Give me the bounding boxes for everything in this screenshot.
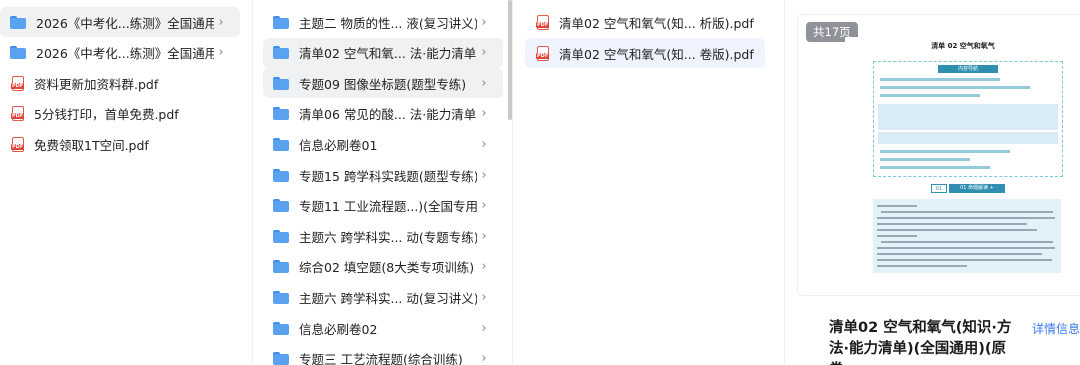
folder-icon — [273, 15, 289, 29]
folder-icon — [273, 321, 289, 335]
folder-icon — [273, 352, 289, 365]
folder-icon — [273, 137, 289, 151]
item-label: 资料更新加资料群.pdf — [34, 76, 159, 92]
item-label: 5分钱打印，首单免费.pdf — [34, 107, 179, 122]
item-label: 2026《中考化...练测》全国通用 — [36, 15, 214, 31]
folder-item[interactable]: 主题六 跨学科实... 动(复习讲义) › — [263, 282, 503, 312]
file-item[interactable]: 5分钱打印，首单免费.pdf — [0, 99, 240, 129]
item-label: 信息必刷卷02 — [299, 321, 378, 337]
frame-heading: 内容导航 — [938, 65, 998, 73]
content-nav-frame: 内容导航 — [873, 61, 1063, 177]
chevron-right-icon: › — [481, 320, 487, 336]
folder-column-1: 2026《中考化...练测》全国通用›2026《中考化...练测》全国通用›资料… — [0, 0, 250, 365]
folder-item[interactable]: 2026《中考化...练测》全国通用 › — [0, 38, 240, 68]
item-label: 综合02 填空题(8大类专项训练) — [299, 260, 475, 276]
item-label: 2026《中考化...练测》全国通用 — [36, 46, 214, 61]
file-item[interactable]: 资料更新加资料群.pdf — [0, 68, 240, 98]
section-number: 01 — [931, 184, 947, 193]
item-label: 主题六 跨学科实... 动(专题专练) — [299, 229, 477, 245]
pdf-icon — [11, 106, 25, 121]
chevron-right-icon: › — [218, 45, 224, 60]
item-label: 清单02 空气和氧气(知... 卷版).pdf — [559, 46, 754, 62]
folder-icon — [273, 229, 289, 243]
document-heading: 清单 02 空气和氧气 — [931, 42, 995, 50]
item-label: 信息必刷卷01 — [299, 137, 378, 153]
file-column-3: 清单02 空气和氧气(知... 析版).pdf 清单02 空气和氧气(知... 卷… — [512, 0, 783, 365]
section-body — [873, 199, 1061, 273]
folder-item[interactable]: 专题09 图像坐标题(题型专练) › — [263, 68, 503, 99]
item-label: 专题11 工业流程题...)(全国专用) — [299, 199, 477, 215]
folder-icon — [10, 15, 26, 29]
folder-item[interactable]: 主题二 物质的性... 液(复习讲义) › — [263, 7, 503, 37]
document-page-image: 清单 02 空气和氧气 内容导航 01 01 命题解读 + — [845, 37, 1080, 283]
folder-icon — [273, 76, 289, 90]
chevron-right-icon: › — [481, 14, 487, 30]
folder-item[interactable]: 专题11 工业流程题...)(全国专用) › — [263, 191, 503, 221]
folder-item[interactable]: 信息必刷卷02 › — [263, 313, 503, 343]
folder-icon — [273, 107, 289, 121]
item-label: 主题二 物质的性... 液(复习讲义) — [299, 15, 477, 31]
folder-item[interactable]: 清单06 常见的酸... 法·能力清单) › — [263, 99, 503, 129]
section-label: 01 命题解读 + — [949, 184, 1005, 193]
item-label: 专题三 工艺流程题(综合训练) — [299, 352, 463, 365]
chevron-right-icon: › — [481, 106, 487, 122]
chevron-right-icon: › — [218, 14, 224, 30]
folder-item[interactable]: 2026《中考化...练测》全国通用 › — [0, 7, 240, 37]
preview-file-title: 清单02 空气和氧气(知识·方法·能力清单)(全国通用)(原卷... — [829, 320, 1012, 365]
folder-icon — [273, 46, 289, 60]
folder-icon — [273, 260, 289, 274]
folder-item[interactable]: 主题六 跨学科实... 动(专题专练) › — [263, 221, 503, 251]
chevron-right-icon: › — [481, 167, 487, 183]
chevron-right-icon: › — [481, 136, 487, 152]
file-item[interactable]: 免费领取1T空间.pdf — [0, 129, 240, 159]
chevron-right-icon: › — [481, 259, 487, 275]
item-label: 清单02 空气和氧... 法·能力清单) — [299, 46, 477, 62]
chevron-right-icon: › — [481, 289, 487, 305]
pdf-icon — [11, 136, 25, 152]
folder-item[interactable]: 专题三 工艺流程题(综合训练) › — [263, 344, 503, 365]
preview-panel: 共17页 清单 02 空气和氧气 内容导航 01 01 命题解读 + 清单02 … — [784, 0, 1080, 365]
item-label: 清单02 空气和氧气(知... 析版).pdf — [559, 15, 754, 31]
folder-item[interactable]: 综合02 填空题(8大类专项训练) › — [263, 252, 503, 282]
folder-item[interactable]: 信息必刷卷01 › — [263, 129, 503, 159]
pdf-icon — [536, 14, 550, 30]
chevron-right-icon: › — [481, 75, 487, 91]
item-label: 免费领取1T空间.pdf — [34, 137, 149, 153]
item-label: 专题09 图像坐标题(题型专练) — [299, 76, 467, 92]
folder-item[interactable]: 专题15 跨学科实践题(题型专练) › — [263, 160, 503, 190]
file-item[interactable]: 清单02 空气和氧气(知... 卷版).pdf — [525, 38, 765, 68]
folder-icon — [10, 46, 26, 59]
pdf-icon — [536, 45, 550, 61]
item-label: 主题六 跨学科实... 动(复习讲义) — [299, 290, 477, 306]
folder-item[interactable]: 清单02 空气和氧... 法·能力清单) › — [263, 37, 503, 68]
chevron-right-icon: › — [481, 228, 487, 244]
folder-column-2: 主题二 物质的性... 液(复习讲义) › 清单02 空气和氧... 法·能力清单)… — [252, 0, 511, 365]
chevron-right-icon: › — [481, 198, 487, 214]
chevron-right-icon: › — [481, 351, 487, 365]
folder-icon — [273, 168, 289, 182]
item-label: 专题15 跨学科实践题(题型专练) — [299, 168, 477, 184]
preview-thumbnail[interactable]: 共17页 清单 02 空气和氧气 内容导航 01 01 命题解读 + — [797, 14, 1080, 296]
item-label: 清单06 常见的酸... 法·能力清单) — [299, 107, 477, 123]
chevron-right-icon: › — [481, 45, 487, 61]
pdf-icon — [11, 75, 25, 91]
folder-icon — [273, 199, 289, 213]
detail-info-link[interactable]: 详情信息 — [1032, 320, 1080, 337]
file-item[interactable]: 清单02 空气和氧气(知... 析版).pdf — [525, 7, 765, 37]
folder-icon — [273, 290, 289, 304]
